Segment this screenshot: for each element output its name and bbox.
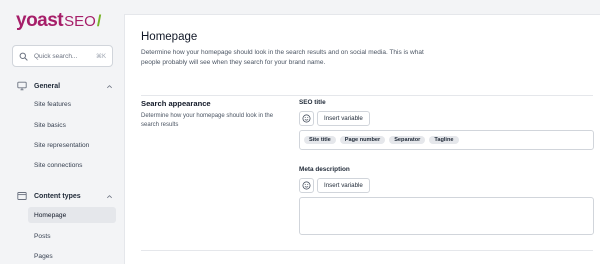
sidebar-item-site-connections[interactable]: Site connections: [28, 157, 116, 173]
search-shortcut: ⌘K: [95, 53, 106, 60]
sidebar-item-posts[interactable]: Posts: [28, 228, 116, 244]
smiley-icon: [302, 181, 311, 190]
variable-tag-site-title[interactable]: Site title: [304, 136, 336, 144]
seo-title-insert-variable-button[interactable]: Insert variable: [317, 111, 370, 126]
seo-title-label: SEO title: [299, 99, 326, 106]
search-placeholder: Quick search...: [34, 52, 78, 60]
seo-title-emoji-button[interactable]: [299, 111, 314, 126]
variable-tag-separator[interactable]: Separator: [389, 136, 426, 144]
meta-description-insert-variable-button[interactable]: Insert variable: [317, 178, 370, 193]
divider: [141, 95, 593, 96]
seo-title-input[interactable]: Site title Page number Separator Tagline: [299, 130, 594, 150]
meta-description-emoji-button[interactable]: [299, 178, 314, 193]
logo-wordmark: yoast: [16, 10, 64, 31]
divider: [141, 250, 593, 251]
meta-description-input[interactable]: [299, 197, 594, 235]
main-panel: Homepage Determine how your homepage sho…: [124, 14, 600, 264]
section-description: Determine how your homepage should look …: [141, 113, 274, 128]
quick-search-input[interactable]: Quick search... ⌘K: [12, 45, 113, 67]
sidebar: yoast SEO / Quick search... ⌘K General S…: [0, 0, 124, 264]
chevron-up-icon[interactable]: [106, 193, 113, 200]
sidebar-item-homepage[interactable]: Homepage: [28, 207, 116, 223]
sidebar-group-content-types[interactable]: Content types: [17, 189, 113, 203]
variable-tag-page-number[interactable]: Page number: [339, 136, 386, 144]
sidebar-item-site-features[interactable]: Site features: [28, 96, 116, 112]
logo-seo: SEO: [64, 13, 96, 30]
sidebar-group-general[interactable]: General: [17, 79, 113, 93]
chevron-up-icon[interactable]: [106, 83, 113, 90]
meta-description-label: Meta description: [299, 166, 350, 173]
logo-slash: /: [96, 13, 102, 30]
search-icon: [19, 52, 28, 61]
variable-tag-tagline[interactable]: Tagline: [429, 136, 459, 144]
page-description: Determine how your homepage should look …: [141, 49, 424, 66]
pages-icon: [17, 192, 27, 200]
section-title: Search appearance: [141, 99, 211, 108]
sidebar-group-label: General: [34, 82, 61, 90]
sidebar-item-site-basics[interactable]: Site basics: [28, 117, 116, 133]
sidebar-item-pages[interactable]: Pages: [28, 248, 116, 264]
page-title: Homepage: [141, 31, 198, 43]
yoast-seo-logo[interactable]: yoast SEO /: [16, 10, 101, 32]
sidebar-group-label: Content types: [34, 192, 81, 200]
sidebar-item-site-representation[interactable]: Site representation: [28, 137, 116, 153]
desktop-icon: [17, 81, 27, 91]
smiley-icon: [302, 114, 311, 123]
